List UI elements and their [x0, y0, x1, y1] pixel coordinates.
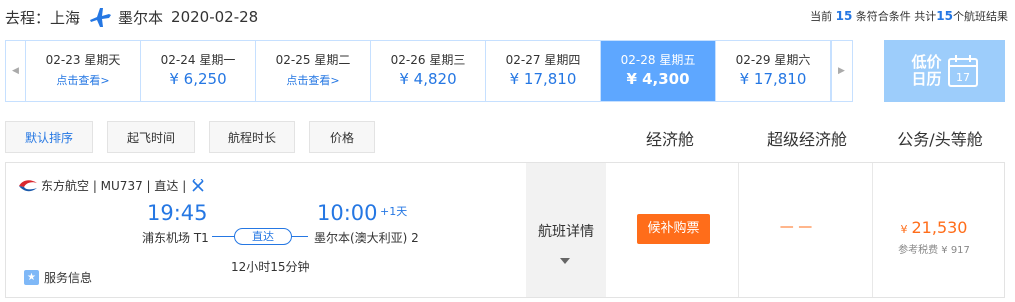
business-price[interactable]: ¥21,530 — [874, 218, 994, 237]
flight-duration: 12小时15分钟 — [231, 260, 310, 274]
destination-city: 墨尔本 — [118, 8, 164, 27]
next-day-badge: +1天 — [380, 205, 408, 218]
airline-flight-line: 东方航空 | MU737 | 直达 | — [41, 179, 187, 193]
route-title: 去程： 上海 墨尔本 2020-02-28 — [5, 6, 258, 28]
calendar-icon: 17 — [947, 55, 978, 87]
low-cal-line1: 低价 — [911, 53, 942, 71]
date-tab-0224[interactable]: 02-24 星期一 ¥ 6,250 — [141, 41, 256, 101]
search-header: 去程： 上海 墨尔本 2020-02-28 当前 15 条符合条件 共计15个航… — [0, 0, 1015, 34]
currency-symbol: ¥ — [900, 223, 908, 236]
route-label: 去程： — [5, 8, 51, 27]
meal-icon — [192, 178, 204, 192]
departure-airport: 浦东机场 T1 — [142, 231, 209, 245]
date-label: 02-28 星期五 — [620, 53, 696, 67]
business-first-header: 公务/头等舱 — [897, 130, 983, 149]
result-summary: 当前 15 条符合条件 共计15个航班结果 — [810, 8, 1008, 24]
column-divider — [872, 163, 873, 297]
date-price: ¥ 17,810 — [509, 70, 577, 88]
date-label: 02-25 星期二 — [275, 53, 351, 67]
prev-dates-arrow[interactable]: ◀ — [6, 41, 26, 101]
date-strip: ◀ 02-23 星期天 点击查看> 02-24 星期一 ¥ 6,250 02-2… — [5, 40, 853, 102]
total-count: 15 — [936, 9, 953, 23]
sort-bar: 默认排序 起飞时间 航程时长 价格 — [5, 121, 389, 153]
summary-suffix: 个航班结果 — [953, 10, 1008, 23]
flight-card: 东方航空 | MU737 | 直达 | 19:45 10:00 +1天 浦东机场… — [5, 162, 1005, 298]
date-tab-0223[interactable]: 02-23 星期天 点击查看> — [26, 41, 141, 101]
travel-date: 2020-02-28 — [171, 8, 259, 26]
view-price-link[interactable]: 点击查看> — [256, 72, 370, 88]
low-cal-line2: 日历 — [911, 70, 942, 88]
china-eastern-logo-icon — [19, 179, 37, 191]
sort-duration-button[interactable]: 航程时长 — [209, 121, 295, 153]
date-label: 02-26 星期三 — [390, 53, 466, 67]
arrival-airport: 墨尔本(澳大利亚) 2 — [314, 231, 419, 245]
sort-default-button[interactable]: 默认排序 — [5, 121, 93, 153]
date-price: ¥ 17,810 — [739, 70, 807, 88]
arrival-time: 10:00 — [317, 201, 378, 225]
service-star-icon: ★ — [24, 270, 39, 285]
date-tab-0228-selected[interactable]: 02-28 星期五 ¥ 4,300 — [601, 41, 716, 101]
business-price-value: 21,530 — [911, 218, 968, 237]
date-label: 02-24 星期一 — [160, 53, 236, 67]
origin-city: 上海 — [50, 8, 81, 27]
summary-prefix: 当前 — [810, 10, 833, 23]
date-label: 02-23 星期天 — [45, 53, 121, 67]
date-tab-0229[interactable]: 02-29 星期六 ¥ 17,810 — [716, 41, 831, 101]
direct-flight-badge: 直达 — [234, 228, 292, 245]
caret-down-icon — [560, 258, 570, 264]
service-info-label: 服务信息 — [44, 271, 93, 285]
flight-details-toggle[interactable]: 航班详情 — [526, 163, 606, 297]
calendar-day: 17 — [956, 71, 970, 84]
flight-details-label: 航班详情 — [538, 224, 594, 240]
date-tab-0226[interactable]: 02-26 星期三 ¥ 4,820 — [371, 41, 486, 101]
low-price-calendar-label: 低价 日历 — [911, 54, 943, 88]
date-price: ¥ 4,820 — [399, 70, 457, 88]
sort-price-button[interactable]: 价格 — [309, 121, 375, 153]
date-price: ¥ 6,250 — [169, 70, 227, 88]
super-economy-header: 超级经济舱 — [766, 130, 847, 149]
business-tax: 参考税费 ¥ 917 — [898, 245, 970, 256]
date-tab-0227[interactable]: 02-27 星期四 ¥ 17,810 — [486, 41, 601, 101]
date-label: 02-29 星期六 — [735, 53, 811, 67]
view-price-link[interactable]: 点击查看> — [26, 72, 140, 88]
sort-departure-time-button[interactable]: 起飞时间 — [107, 121, 195, 153]
super-economy-unavailable: — — — [779, 219, 813, 235]
date-tab-0225[interactable]: 02-25 星期二 点击查看> — [256, 41, 371, 101]
date-label: 02-27 星期四 — [505, 53, 581, 67]
date-price: ¥ 4,300 — [626, 70, 690, 88]
departure-time: 19:45 — [147, 201, 208, 225]
economy-header: 经济舱 — [645, 130, 694, 149]
summary-mid: 条符合条件 共计 — [855, 10, 937, 23]
column-divider — [738, 163, 739, 297]
airplane-icon — [90, 8, 112, 27]
airline-info: 东方航空 | MU737 | 直达 | — [18, 177, 205, 194]
current-count: 15 — [835, 9, 853, 23]
low-price-calendar-button[interactable]: 低价 日历 17 — [884, 40, 1005, 102]
waitlist-purchase-button[interactable]: 候补购票 — [637, 214, 710, 244]
service-info-link[interactable]: ★ 服务信息 — [24, 269, 92, 286]
next-dates-arrow[interactable]: ▶ — [831, 41, 851, 101]
